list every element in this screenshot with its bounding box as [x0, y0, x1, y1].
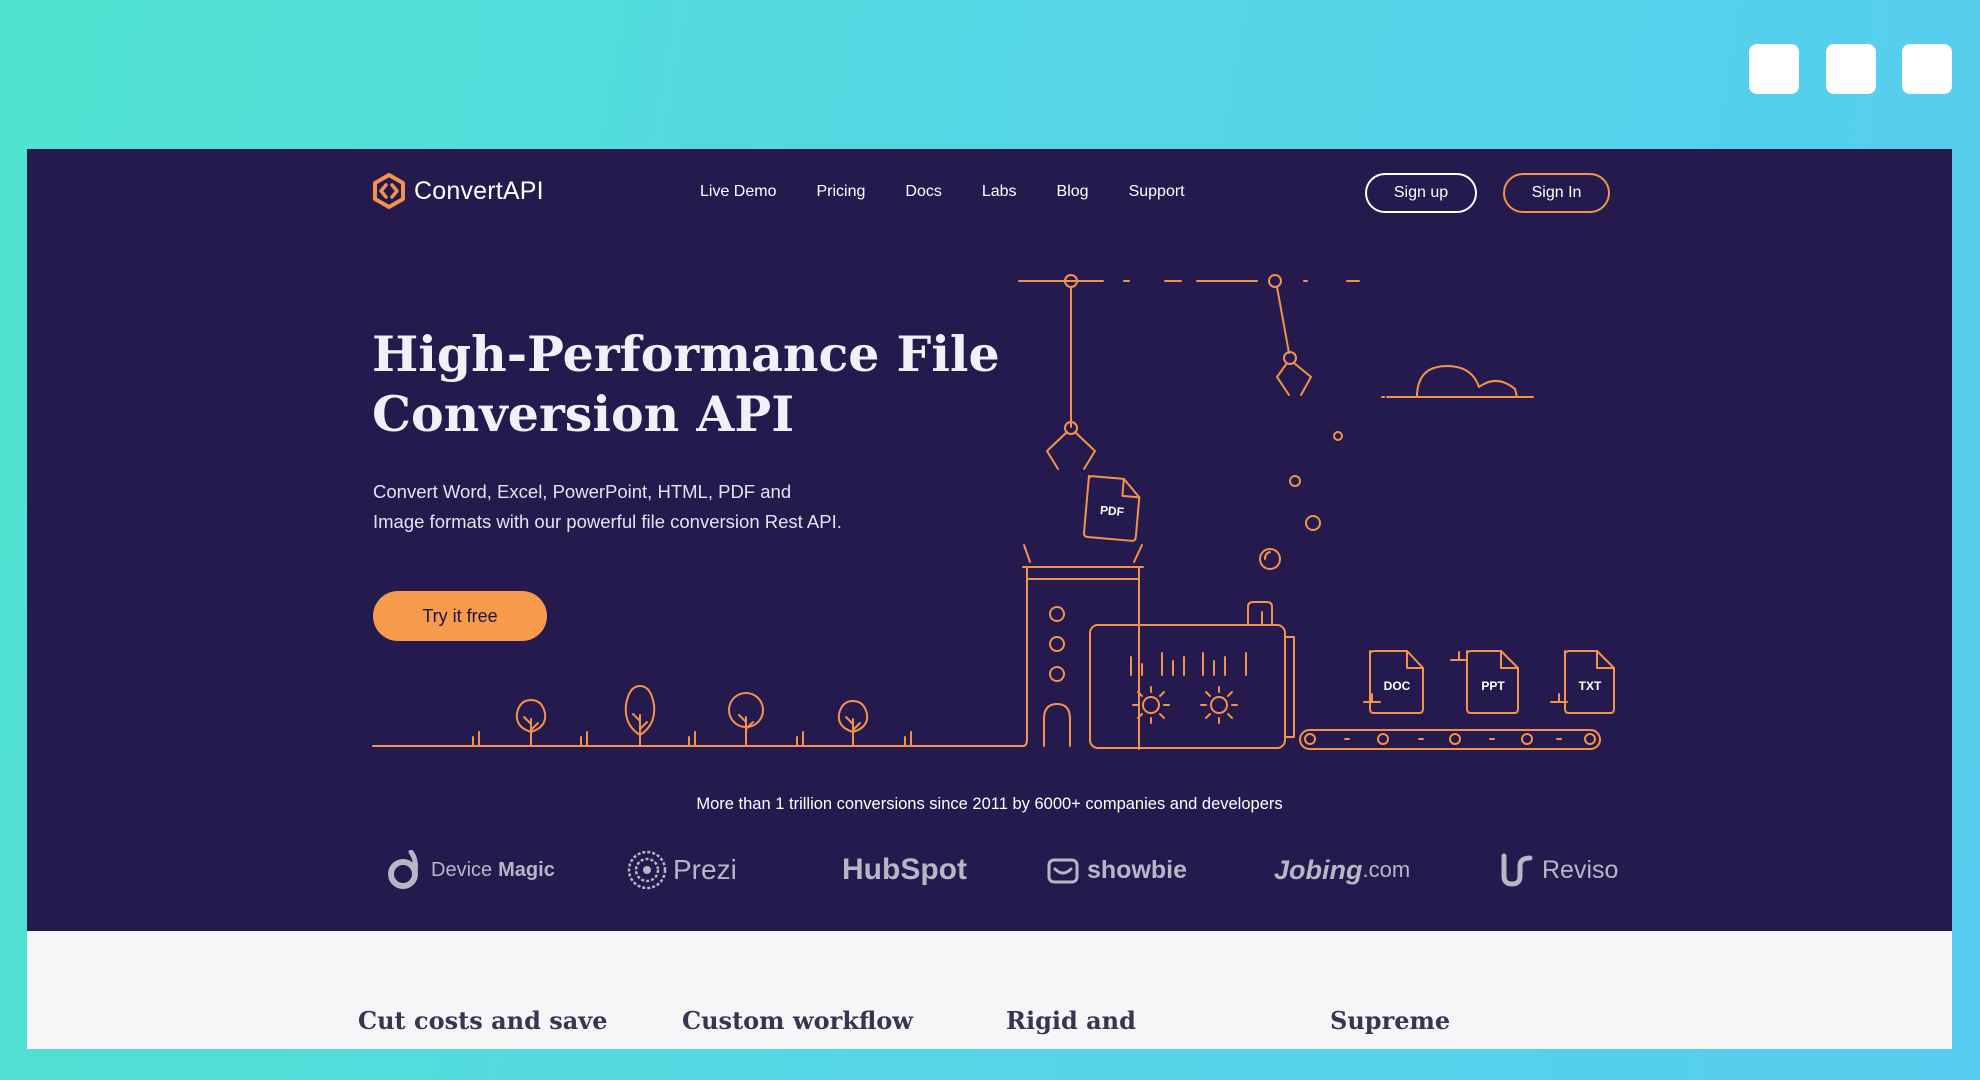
- brand-hubspot: HubSpot: [842, 849, 967, 891]
- jobing-text: Jobing: [1274, 854, 1363, 885]
- device-magic-text-bold: Magic: [498, 858, 555, 881]
- showbie-text: showbie: [1087, 855, 1188, 884]
- window-button[interactable]: [1749, 44, 1799, 94]
- window-button[interactable]: [1902, 44, 1952, 94]
- tree-icon: [624, 685, 656, 747]
- ppt-file-icon: PPT: [1450, 650, 1519, 714]
- ppt-label: PPT: [1481, 679, 1505, 693]
- txt-file-icon: TXT: [1550, 650, 1615, 714]
- pdf-file-icon: PDF: [1082, 474, 1141, 542]
- factory-illustration: DOC PPT TXT PDF: [372, 274, 1615, 750]
- feature-heading: Rigid and: [1006, 1006, 1136, 1035]
- reviso-text: Reviso: [1542, 855, 1619, 884]
- gear-icon: [1200, 686, 1238, 724]
- device-magic-text: Device: [431, 858, 493, 881]
- brand-showbie: showbie: [1047, 849, 1187, 891]
- prezi-logo-icon: [627, 850, 667, 890]
- hero-section: ConvertAPI Live Demo Pricing Docs Labs B…: [27, 149, 1952, 931]
- prezi-text: Prezi: [673, 854, 737, 885]
- doc-label: DOC: [1384, 679, 1411, 693]
- hubspot-text: HubSpot: [842, 853, 967, 886]
- doc-file-icon: DOC: [1363, 650, 1424, 714]
- tagline: More than 1 trillion conversions since 2…: [696, 795, 1283, 813]
- brand-device-magic: Device Magic: [387, 849, 555, 891]
- browser-frame: ConvertAPI Live Demo Pricing Docs Labs B…: [27, 149, 1952, 1049]
- feature-heading: Custom workflow: [682, 1006, 913, 1035]
- showbie-logo-icon: [1047, 858, 1079, 884]
- window-button[interactable]: [1826, 44, 1876, 94]
- brand-jobing: Jobing .com: [1274, 849, 1410, 891]
- brand-reviso: Reviso: [1500, 849, 1618, 891]
- tree-icon: [515, 699, 547, 747]
- txt-label: TXT: [1579, 679, 1602, 693]
- brand-prezi: Prezi: [627, 849, 737, 891]
- gear-icon: [1132, 686, 1170, 724]
- jobing-suffix: .com: [1362, 857, 1411, 882]
- reviso-logo-icon: [1501, 853, 1533, 887]
- device-magic-logo-icon: [388, 850, 418, 889]
- feature-heading: Supreme: [1330, 1006, 1451, 1035]
- tree-icon: [728, 692, 764, 747]
- pdf-label: PDF: [1099, 503, 1124, 519]
- feature-heading: Cut costs and save: [358, 1006, 608, 1035]
- tree-icon: [837, 700, 869, 747]
